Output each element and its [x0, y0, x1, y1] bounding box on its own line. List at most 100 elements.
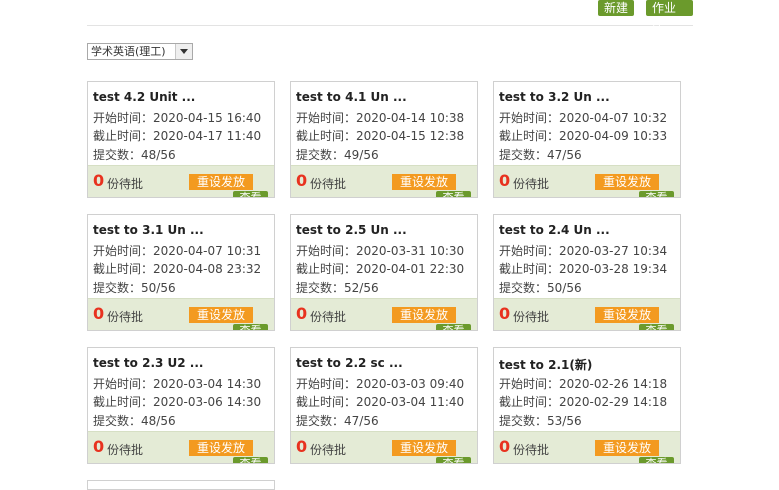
- start-time-label: 开始时间：: [296, 377, 357, 391]
- pending-label: 份待批: [310, 177, 347, 191]
- pending-count: 0: [93, 171, 105, 190]
- pending-count: 0: [499, 437, 511, 456]
- end-time-row: 截止时间：2020-04-15 12:38: [296, 127, 464, 144]
- reset-distribution-button[interactable]: 重设发放: [392, 307, 456, 323]
- pending-label: 份待批: [107, 177, 144, 191]
- homework-library-button[interactable]: 作业库: [646, 0, 693, 31]
- reset-distribution-button[interactable]: 重设发放: [392, 174, 456, 190]
- assignment-title[interactable]: test 4.2 Unit ...: [93, 90, 195, 104]
- start-time-value: 2020-03-04 14:30: [153, 377, 262, 391]
- end-time-label: 截止时间：: [499, 395, 560, 409]
- pending-label: 份待批: [513, 310, 550, 324]
- pending-label: 份待批: [107, 310, 144, 324]
- assignment-title[interactable]: test to 2.3 U2 ...: [93, 356, 203, 370]
- assignment-title[interactable]: test to 3.1 Un ...: [93, 223, 204, 237]
- assignment-title[interactable]: test to 2.5 Un ...: [296, 223, 407, 237]
- start-time-row: 开始时间：2020-04-15 16:40: [93, 109, 261, 126]
- end-time-value: 2020-04-09 10:33: [559, 129, 668, 143]
- start-time-label: 开始时间：: [93, 111, 154, 125]
- submission-count: 50/56: [547, 281, 582, 295]
- view-button[interactable]: 查看: [233, 324, 268, 330]
- submission-count: 49/56: [344, 148, 379, 162]
- end-time-row: 截止时间：2020-03-04 11:40: [296, 393, 464, 410]
- submission-row: 提交数：48/56: [93, 146, 176, 163]
- reset-distribution-button[interactable]: 重设发放: [595, 307, 659, 323]
- end-time-value: 2020-04-17 11:40: [153, 129, 262, 143]
- assignment-title[interactable]: test to 2.2 sc ...: [296, 356, 403, 370]
- submission-count: 48/56: [141, 148, 176, 162]
- view-button[interactable]: 查看: [233, 457, 268, 463]
- end-time-value: 2020-03-28 19:34: [559, 262, 668, 276]
- card-footer: 0 份待批 重设发放 查看: [88, 298, 274, 330]
- course-select-value: 学术英语(理工): [91, 45, 166, 58]
- reset-distribution-button[interactable]: 重设发放: [392, 440, 456, 456]
- submission-label: 提交数：: [296, 281, 345, 295]
- start-time-label: 开始时间：: [93, 377, 154, 391]
- start-time-value: 2020-04-07 10:32: [559, 111, 668, 125]
- card-footer: 0 份待批 重设发放 查看: [88, 431, 274, 463]
- submission-label: 提交数：: [93, 414, 142, 428]
- assignment-card: test to 2.2 sc ... 开始时间：2020-03-03 09:40 截…: [290, 347, 478, 464]
- assignment-card: [87, 480, 275, 490]
- end-time-label: 截止时间：: [93, 129, 154, 143]
- view-button[interactable]: 查看: [639, 324, 674, 330]
- pending-label: 份待批: [310, 443, 347, 457]
- submission-row: 提交数：48/56: [93, 412, 176, 429]
- start-time-row: 开始时间：2020-03-03 09:40: [296, 375, 464, 392]
- assignment-title[interactable]: test to 4.1 Un ...: [296, 90, 407, 104]
- reset-distribution-button[interactable]: 重设发放: [189, 307, 253, 323]
- view-button[interactable]: 查看: [639, 191, 674, 197]
- end-time-value: 2020-02-29 14:18: [559, 395, 668, 409]
- start-time-label: 开始时间：: [93, 244, 154, 258]
- submission-row: 提交数：49/56: [296, 146, 379, 163]
- view-button[interactable]: 查看: [436, 191, 471, 197]
- assignment-title[interactable]: test to 2.1(新): [499, 356, 592, 373]
- end-time-label: 截止时间：: [296, 262, 357, 276]
- view-button[interactable]: 查看: [436, 324, 471, 330]
- submission-row: 提交数：52/56: [296, 279, 379, 296]
- top-toolbar: 新建 作业库: [87, 0, 693, 31]
- reset-distribution-button[interactable]: 重设发放: [595, 174, 659, 190]
- end-time-value: 2020-03-04 11:40: [356, 395, 465, 409]
- submission-label: 提交数：: [93, 148, 142, 162]
- view-button[interactable]: 查看: [639, 457, 674, 463]
- submission-count: 50/56: [141, 281, 176, 295]
- view-button[interactable]: 查看: [436, 457, 471, 463]
- submission-count: 48/56: [141, 414, 176, 428]
- assignment-title[interactable]: test to 2.4 Un ...: [499, 223, 610, 237]
- start-time-row: 开始时间：2020-03-27 10:34: [499, 242, 667, 259]
- reset-distribution-button[interactable]: 重设发放: [595, 440, 659, 456]
- end-time-label: 截止时间：: [93, 262, 154, 276]
- end-time-row: 截止时间：2020-04-17 11:40: [93, 127, 261, 144]
- start-time-row: 开始时间：2020-03-31 10:30: [296, 242, 464, 259]
- reset-distribution-button[interactable]: 重设发放: [189, 440, 253, 456]
- submission-row: 提交数：47/56: [296, 412, 379, 429]
- pending-count: 0: [499, 171, 511, 190]
- pending-count: 0: [296, 437, 308, 456]
- reset-distribution-button[interactable]: 重设发放: [189, 174, 253, 190]
- submission-label: 提交数：: [93, 281, 142, 295]
- assignment-card: test to 3.2 Un ... 开始时间：2020-04-07 10:32 截…: [493, 81, 681, 198]
- chevron-down-icon[interactable]: [175, 44, 192, 59]
- card-footer: 0 份待批 重设发放 查看: [291, 298, 477, 330]
- assignment-title[interactable]: test to 3.2 Un ...: [499, 90, 610, 104]
- end-time-row: 截止时间：2020-02-29 14:18: [499, 393, 667, 410]
- end-time-row: 截止时间：2020-03-06 14:30: [93, 393, 261, 410]
- assignment-card: test to 4.1 Un ... 开始时间：2020-04-14 10:38 截…: [290, 81, 478, 198]
- start-time-value: 2020-03-27 10:34: [559, 244, 668, 258]
- submission-row: 提交数：50/56: [499, 279, 582, 296]
- end-time-row: 截止时间：2020-04-09 10:33: [499, 127, 667, 144]
- start-time-value: 2020-03-31 10:30: [356, 244, 465, 258]
- end-time-label: 截止时间：: [296, 129, 357, 143]
- pending-count: 0: [296, 304, 308, 323]
- view-button[interactable]: 查看: [233, 191, 268, 197]
- assignment-card: test to 2.5 Un ... 开始时间：2020-03-31 10:30 截…: [290, 214, 478, 331]
- new-button[interactable]: 新建: [598, 0, 635, 16]
- start-time-value: 2020-04-15 16:40: [153, 111, 262, 125]
- submission-row: 提交数：50/56: [93, 279, 176, 296]
- start-time-label: 开始时间：: [499, 377, 560, 391]
- submission-label: 提交数：: [499, 414, 548, 428]
- assignment-card: test to 3.1 Un ... 开始时间：2020-04-07 10:31 截…: [87, 214, 275, 331]
- course-select[interactable]: 学术英语(理工): [87, 43, 193, 60]
- submission-label: 提交数：: [499, 281, 548, 295]
